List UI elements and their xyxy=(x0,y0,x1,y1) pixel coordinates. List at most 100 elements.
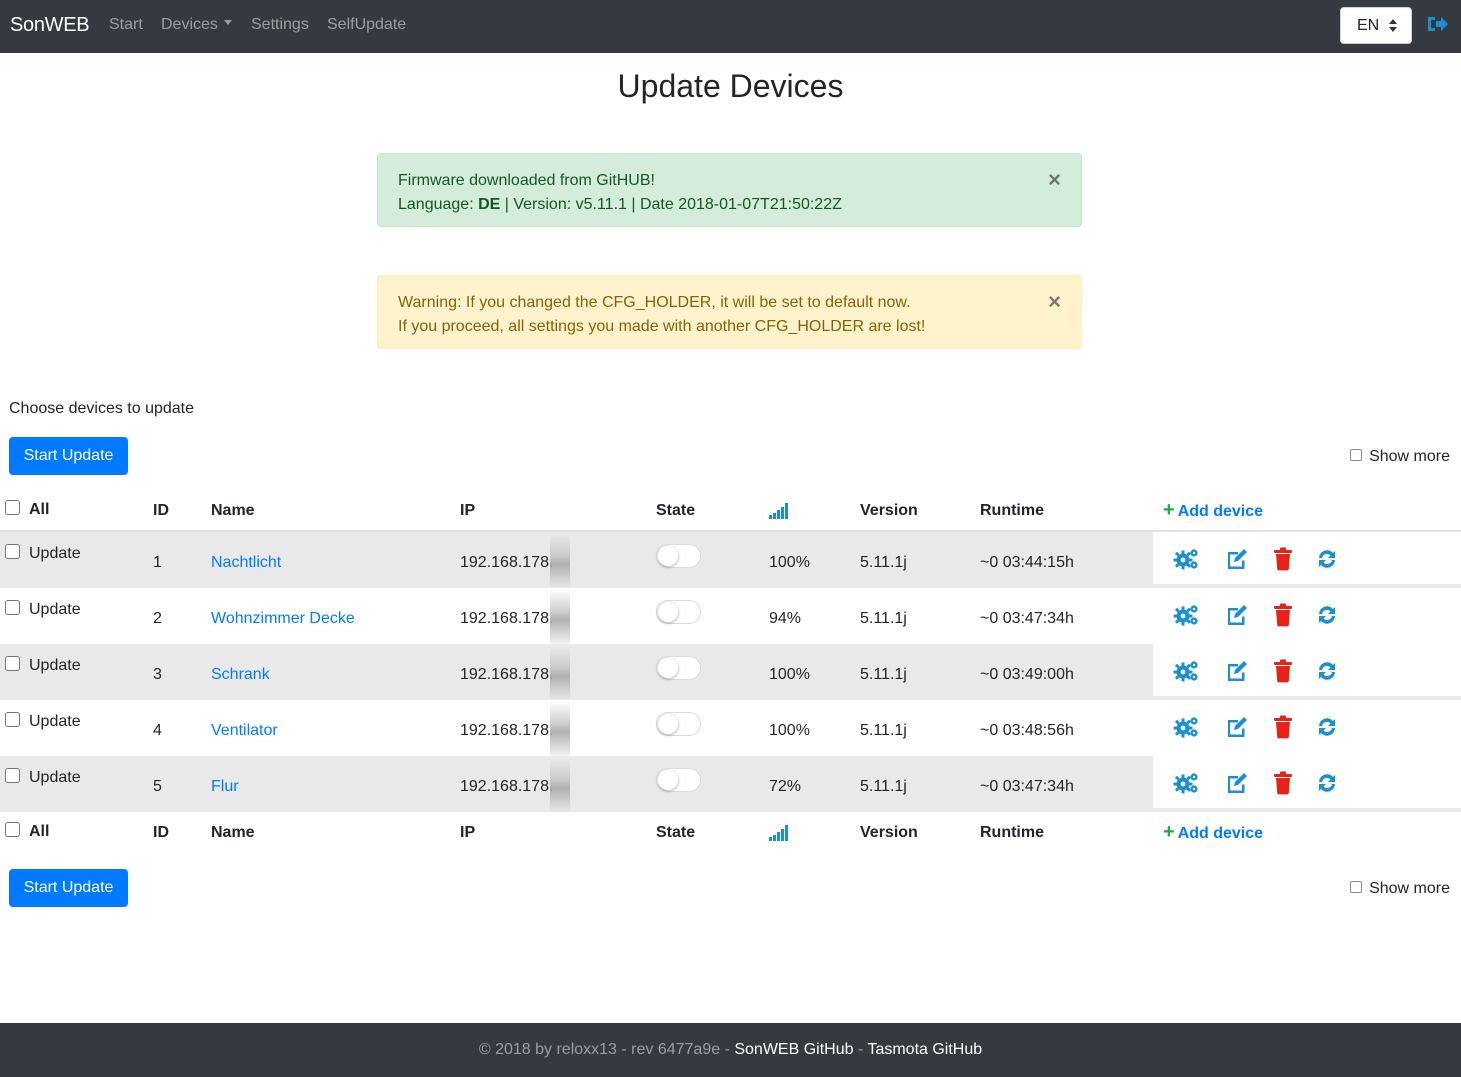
table-footer-header: All ID Name IP State Version Runtime + Ad… xyxy=(0,812,1461,854)
edit-icon[interactable] xyxy=(1225,547,1251,571)
device-signal: 100% xyxy=(769,554,810,571)
footer-header-version[interactable]: Version xyxy=(860,824,918,842)
nav-settings[interactable]: Settings xyxy=(251,16,309,34)
select-all-bottom[interactable]: All xyxy=(5,822,49,841)
footer-header-name[interactable]: Name xyxy=(211,824,255,842)
plus-icon: + xyxy=(1163,821,1175,843)
success-alert: Firmware downloaded from GitHUB! Languag… xyxy=(377,153,1082,227)
footer-header-state[interactable]: State xyxy=(656,824,695,842)
device-ip-text: 192.168.178. xyxy=(460,778,554,795)
device-version: 5.11.1j xyxy=(860,666,907,683)
add-device-label: Add device xyxy=(1177,503,1264,520)
device-runtime: ~0 03:47:34h xyxy=(980,778,1074,795)
device-ip: 192.168.178. xyxy=(460,758,570,812)
header-ip[interactable]: IP xyxy=(460,502,475,520)
refresh-icon[interactable] xyxy=(1315,715,1341,739)
trash-icon[interactable] xyxy=(1273,547,1299,571)
header-name[interactable]: Name xyxy=(211,502,255,520)
header-runtime[interactable]: Runtime xyxy=(980,502,1044,520)
device-version: 5.11.1j xyxy=(860,778,907,795)
nav-devices-dropdown[interactable]: Devices xyxy=(161,16,232,34)
refresh-icon[interactable] xyxy=(1315,547,1341,571)
add-device-link-bottom[interactable]: + Add device xyxy=(1163,821,1263,844)
update-checkbox-cell[interactable]: Update xyxy=(5,544,81,563)
edit-icon[interactable] xyxy=(1225,771,1251,795)
update-checkbox[interactable] xyxy=(5,600,20,616)
header-id[interactable]: ID xyxy=(153,502,169,520)
table-row: Update 1 Nachtlicht 192.168.178. 100% 5.11.1j… xyxy=(0,532,1461,588)
gear-icon[interactable] xyxy=(1172,659,1198,683)
brand-logo[interactable]: SonWEB xyxy=(10,14,90,37)
language-select[interactable]: EN xyxy=(1340,7,1412,44)
footer-header-runtime[interactable]: Runtime xyxy=(980,824,1044,842)
edit-icon[interactable] xyxy=(1225,715,1251,739)
trash-icon[interactable] xyxy=(1273,603,1299,627)
refresh-icon[interactable] xyxy=(1315,771,1341,795)
refresh-icon[interactable] xyxy=(1315,659,1341,683)
update-checkbox[interactable] xyxy=(5,768,20,784)
select-all-checkbox-bottom[interactable] xyxy=(5,822,20,838)
refresh-icon[interactable] xyxy=(1315,603,1341,627)
device-id: 5 xyxy=(153,778,162,795)
state-toggle[interactable] xyxy=(656,656,701,680)
start-update-button-bottom[interactable]: Start Update xyxy=(9,869,128,907)
trash-icon[interactable] xyxy=(1273,715,1299,739)
close-icon[interactable]: × xyxy=(1048,290,1061,314)
footer-copyright: © 2018 by reloxx13 - rev 6477a9e - xyxy=(478,1041,735,1058)
device-name-link[interactable]: Schrank xyxy=(211,666,270,684)
device-id: 1 xyxy=(153,554,162,571)
close-icon[interactable]: × xyxy=(1048,168,1061,192)
tasmota-github-link[interactable]: Tasmota GitHub xyxy=(867,1041,982,1058)
update-checkbox-cell[interactable]: Update xyxy=(5,600,81,619)
nav-selfupdate[interactable]: SelfUpdate xyxy=(327,16,406,34)
language-label: Language: xyxy=(398,196,479,213)
header-version[interactable]: Version xyxy=(860,502,918,520)
start-update-button-top[interactable]: Start Update xyxy=(9,437,128,475)
add-device-link[interactable]: + Add device xyxy=(1163,499,1263,522)
update-checkbox[interactable] xyxy=(5,544,20,560)
device-name-link[interactable]: Wohnzimmer Decke xyxy=(211,610,355,628)
state-toggle[interactable] xyxy=(656,600,701,624)
footer: © 2018 by reloxx13 - rev 6477a9e - SonWE… xyxy=(0,1023,1461,1077)
device-version: 5.11.1j xyxy=(860,554,907,571)
sonweb-github-link[interactable]: SonWEB GitHub xyxy=(734,1041,853,1058)
gear-icon[interactable] xyxy=(1172,771,1198,795)
device-id: 3 xyxy=(153,666,162,683)
footer-header-ip[interactable]: IP xyxy=(460,824,475,842)
trash-icon[interactable] xyxy=(1273,771,1299,795)
select-all[interactable]: All xyxy=(5,500,50,519)
update-checkbox-cell[interactable]: Update xyxy=(5,768,81,787)
show-more-checkbox[interactable] xyxy=(1350,448,1363,461)
state-toggle[interactable] xyxy=(656,768,701,792)
show-more-toggle-top[interactable]: Show more xyxy=(1350,448,1450,466)
update-checkbox-cell[interactable]: Update xyxy=(5,656,81,675)
nav-start[interactable]: Start xyxy=(109,16,143,34)
edit-icon[interactable] xyxy=(1225,659,1251,683)
select-all-checkbox[interactable] xyxy=(5,500,20,516)
device-name-link[interactable]: Ventilator xyxy=(211,722,278,740)
device-name-link[interactable]: Nachtlicht xyxy=(211,554,281,572)
plus-icon: + xyxy=(1163,499,1175,521)
warning-alert-line1: Warning: If you changed the CFG_HOLDER, … xyxy=(398,294,911,311)
trash-icon[interactable] xyxy=(1273,659,1299,683)
show-more-checkbox-bottom[interactable] xyxy=(1350,880,1363,893)
signal-icon[interactable] xyxy=(769,503,789,519)
gear-icon[interactable] xyxy=(1172,547,1198,571)
show-more-toggle-bottom[interactable]: Show more xyxy=(1350,880,1450,898)
add-device-label-bottom: Add device xyxy=(1177,825,1264,842)
update-checkbox-cell[interactable]: Update xyxy=(5,712,81,731)
select-all-label: All xyxy=(29,501,50,518)
edit-icon[interactable] xyxy=(1225,603,1251,627)
update-checkbox[interactable] xyxy=(5,656,20,672)
show-more-label: Show more xyxy=(1369,448,1450,465)
device-name-link[interactable]: Flur xyxy=(211,778,239,796)
logout-icon[interactable] xyxy=(1427,14,1449,34)
header-state[interactable]: State xyxy=(656,502,695,520)
state-toggle[interactable] xyxy=(656,544,701,568)
state-toggle[interactable] xyxy=(656,712,701,736)
footer-header-id[interactable]: ID xyxy=(153,824,169,842)
gear-icon[interactable] xyxy=(1172,715,1198,739)
update-checkbox[interactable] xyxy=(5,712,20,728)
gear-icon[interactable] xyxy=(1172,603,1198,627)
signal-icon[interactable] xyxy=(769,825,789,841)
